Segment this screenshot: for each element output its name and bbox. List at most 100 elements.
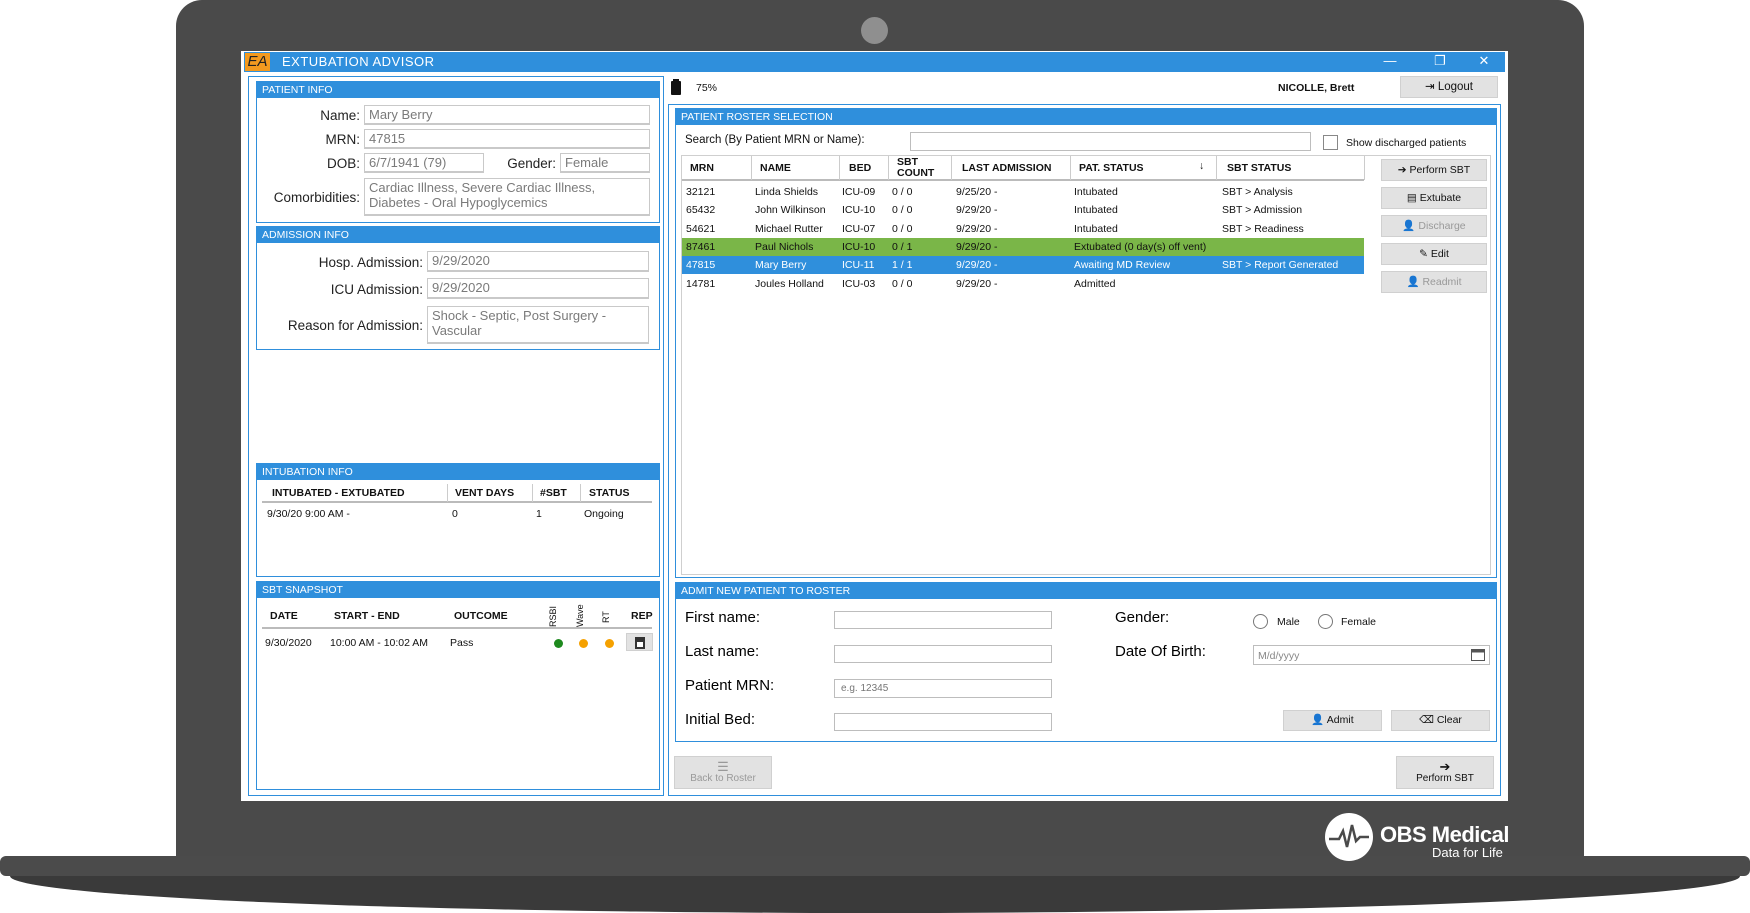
roster-cell-mrn: 65432 — [686, 204, 716, 217]
sbt-time: 10:00 AM - 10:02 AM — [330, 637, 429, 649]
roster-cell-mrn: 47815 — [686, 259, 716, 272]
sbt-snapshot-header: SBT SNAPSHOT — [257, 582, 659, 598]
male-radio[interactable] — [1253, 614, 1268, 629]
roster-cell-admission: 9/29/20 - — [956, 204, 998, 217]
col-sep — [532, 484, 533, 502]
user-edit-icon: ✎ — [1419, 248, 1431, 260]
roster-cell-bed: ICU-10 — [842, 240, 876, 253]
roster-header: PATIENT ROSTER SELECTION — [676, 109, 1496, 125]
roster-cell-mrn: 14781 — [686, 277, 716, 290]
name-field: Mary Berry — [364, 105, 650, 125]
camera-icon — [861, 17, 888, 44]
roster-cell-mrn: 54621 — [686, 222, 716, 235]
comorbidities-field: Cardiac Illness, Severe Cardiac Illness,… — [364, 178, 650, 216]
roster-cell-mrn: 87461 — [686, 240, 716, 253]
close-icon[interactable]: ✕ — [1474, 53, 1494, 69]
hosp-admission-field: 9/29/2020 — [427, 251, 649, 272]
user-plus-icon: 👤 — [1311, 714, 1327, 726]
col-sep — [447, 484, 448, 502]
perform-sbt-button[interactable]: ➔ Perform SBT — [1396, 756, 1494, 789]
gender-label: Gender: — [1115, 609, 1170, 626]
col-last-admission[interactable]: LAST ADMISSION — [962, 162, 1051, 174]
roster-cell-sbt: 0 / 1 — [892, 240, 913, 253]
col-sep — [1216, 156, 1217, 180]
roster-cell-name: Joules Holland — [755, 277, 824, 290]
search-input[interactable] — [910, 132, 1311, 151]
reason-label: Reason for Admission: — [287, 318, 423, 333]
dob-admit-label: Date Of Birth: — [1115, 643, 1206, 660]
report-pdf-button[interactable] — [626, 633, 653, 651]
rsbi-status-dot — [554, 639, 563, 648]
sort-down-icon[interactable]: ↓ — [1199, 160, 1204, 172]
col-sbt-count[interactable]: SBT COUNT — [897, 157, 943, 179]
roster-cell-status: Awaiting MD Review — [1074, 259, 1171, 272]
admit-header: ADMIT NEW PATIENT TO ROSTER — [676, 583, 1496, 599]
roster-cell-name: Paul Nichols — [755, 240, 814, 253]
pdf-icon — [634, 637, 645, 649]
intubation-header-divider — [262, 501, 652, 503]
restore-icon[interactable]: ❐ — [1430, 53, 1450, 69]
last-name-input[interactable] — [834, 645, 1052, 663]
col-date: DATE — [270, 610, 298, 622]
patient-info-header: PATIENT INFO — [257, 82, 659, 98]
col-start-end: START - END — [334, 610, 400, 622]
first-name-label: First name: — [685, 609, 761, 626]
roster-cell-sbt-status: SBT > Admission — [1222, 204, 1303, 217]
minimize-icon[interactable]: — — [1380, 53, 1400, 68]
roster-cell-name: Michael Rutter — [755, 222, 823, 235]
icu-admission-label: ICU Admission: — [330, 282, 423, 297]
col-bed[interactable]: BED — [849, 162, 871, 174]
col-mrn[interactable]: MRN — [690, 162, 714, 174]
discharge-button[interactable]: 👤 Discharge — [1381, 215, 1487, 237]
roster-cell-name: John Wilkinson — [755, 204, 826, 217]
show-discharged-label: Show discharged patients — [1346, 137, 1467, 149]
show-discharged-checkbox[interactable] — [1323, 135, 1338, 150]
readmit-button[interactable]: 👤 Readmit — [1381, 271, 1487, 293]
intubation-sbt: 1 — [536, 508, 542, 520]
hosp-admission-label: Hosp. Admission: — [318, 255, 423, 270]
roster-cell-sbt: 0 / 0 — [892, 277, 913, 290]
mrn-label: MRN: — [325, 132, 361, 147]
search-label: Search (By Patient MRN or Name): — [685, 134, 865, 146]
roster-cell-bed: ICU-09 — [842, 186, 876, 198]
roster-cell-admission: 9/29/20 - — [956, 277, 998, 290]
laptop-base-bottom — [10, 876, 1740, 913]
logout-button[interactable]: ⇥ Logout — [1400, 76, 1498, 98]
col-sep — [888, 156, 889, 180]
col-pat-status[interactable]: PAT. STATUS — [1079, 162, 1144, 174]
first-name-input[interactable] — [834, 611, 1052, 629]
roster-cell-status: Intubated — [1074, 186, 1118, 198]
back-to-roster-button[interactable]: ☰ Back to Roster — [674, 756, 772, 789]
col-sbt-count: #SBT — [540, 487, 567, 499]
menu-icon: ☰ — [717, 759, 729, 774]
calendar-icon[interactable] — [1471, 648, 1485, 666]
arrow-right-icon: ➔ — [1439, 759, 1451, 774]
roster-cell-bed: ICU-11 — [842, 259, 875, 272]
intubation-vent-days: 0 — [452, 508, 458, 520]
roster-cell-sbt: 1 / 1 — [892, 259, 913, 272]
roster-cell-sbt-status: SBT > Analysis — [1222, 186, 1293, 198]
col-sbt-status[interactable]: SBT STATUS — [1227, 162, 1291, 174]
initial-bed-input[interactable] — [834, 713, 1052, 731]
extubate-button[interactable]: ▤ Extubate — [1381, 187, 1487, 209]
patient-mrn-input[interactable] — [834, 679, 1052, 698]
name-label: Name: — [320, 108, 360, 123]
edit-button[interactable]: ✎ Edit — [1381, 243, 1487, 265]
app-title: EXTUBATION ADVISOR — [282, 54, 435, 69]
perform-sbt-side-button[interactable]: ➔ Perform SBT — [1381, 159, 1487, 181]
intubation-info-panel: INTUBATION INFO — [256, 463, 660, 577]
roster-cell-status: Admitted — [1074, 277, 1116, 290]
roster-cell-status: Extubated (0 day(s) off vent) — [1074, 240, 1207, 253]
roster-cell-bed: ICU-07 — [842, 222, 876, 235]
dob-placeholder: M/d/yyyy — [1258, 650, 1300, 662]
admit-button[interactable]: 👤 Admit — [1283, 710, 1382, 731]
roster-cell-admission: 9/25/20 - — [956, 186, 998, 198]
roster-cell-name: Mary Berry — [755, 259, 807, 272]
roster-cell-name: Linda Shields — [755, 186, 819, 198]
roster-header-divider — [682, 179, 1364, 181]
clear-button[interactable]: ⌫ Clear — [1391, 710, 1490, 731]
intubation-info-header: INTUBATION INFO — [257, 464, 659, 480]
col-name[interactable]: NAME — [760, 162, 791, 174]
eraser-icon: ⌫ — [1419, 714, 1437, 726]
female-radio[interactable] — [1318, 614, 1333, 629]
